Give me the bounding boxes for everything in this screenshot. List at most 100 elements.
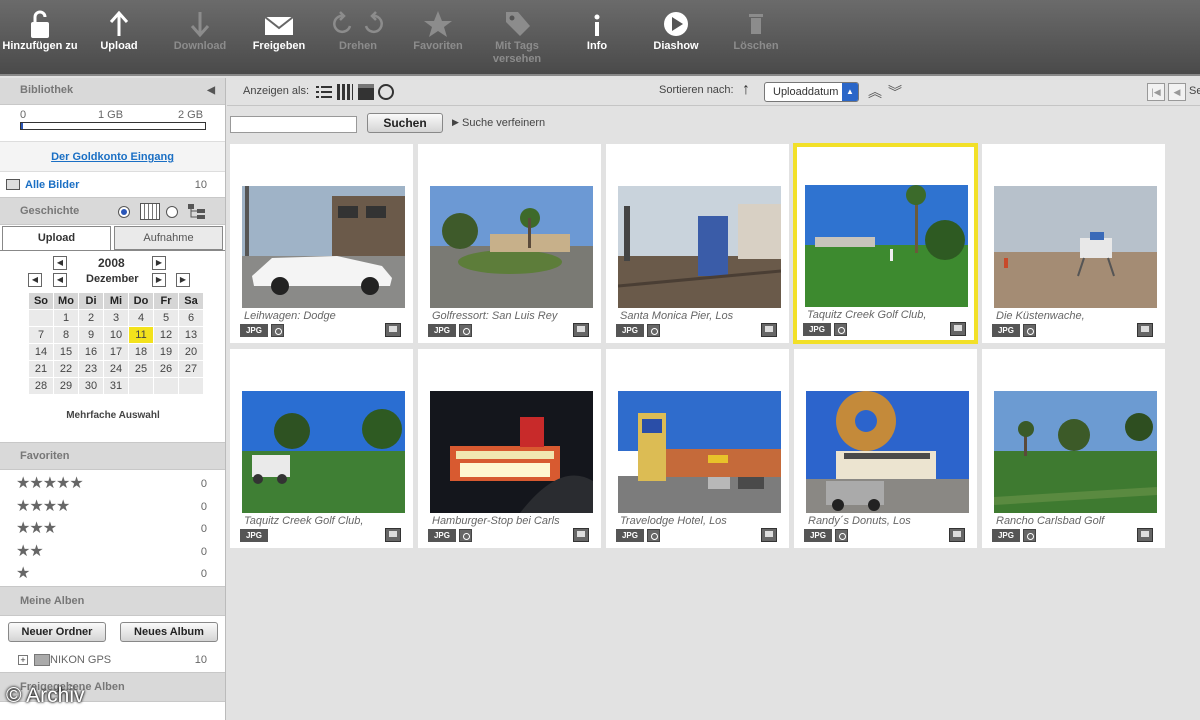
calendar-day[interactable]: 7 bbox=[29, 327, 53, 343]
photo-card[interactable]: Travelodge Hotel, Los JPG bbox=[605, 348, 790, 549]
rating-row-1-stars[interactable]: ★ 0 bbox=[0, 563, 225, 586]
photo-thumbnail[interactable] bbox=[618, 391, 781, 513]
photo-card[interactable]: Leihwagen: Dodge JPG bbox=[229, 143, 414, 344]
stack-icon[interactable] bbox=[761, 323, 777, 337]
share-button[interactable]: Freigeben bbox=[248, 8, 310, 53]
favorites-button[interactable]: Favoriten bbox=[408, 8, 468, 53]
stack-icon[interactable] bbox=[761, 528, 777, 542]
search-input[interactable] bbox=[230, 116, 357, 133]
tab-upload[interactable]: Upload bbox=[2, 226, 111, 250]
photo-card[interactable]: Golfressort: San Luis Rey JPG bbox=[417, 143, 602, 344]
upload-button[interactable]: Upload bbox=[96, 8, 142, 53]
film-view-icon[interactable] bbox=[358, 84, 374, 100]
calendar-day[interactable]: 20 bbox=[179, 344, 203, 360]
delete-button[interactable]: Löschen bbox=[730, 8, 782, 53]
photo-card[interactable]: Die Küstenwache, JPG bbox=[981, 143, 1166, 344]
first-page-button[interactable]: |◀ bbox=[1147, 83, 1165, 101]
calendar-day[interactable]: 31 bbox=[104, 378, 128, 394]
calendar-day[interactable]: 10 bbox=[104, 327, 128, 343]
calendar-day[interactable]: 27 bbox=[179, 361, 203, 377]
calendar-day[interactable]: 12 bbox=[154, 327, 178, 343]
double-down-icon[interactable]: ︾ bbox=[888, 82, 902, 102]
stack-icon[interactable] bbox=[573, 528, 589, 542]
calendar-day[interactable]: 14 bbox=[29, 344, 53, 360]
rotate-button[interactable]: Drehen bbox=[332, 8, 384, 53]
goldkonto-link[interactable]: Der Goldkonto Eingang bbox=[51, 151, 174, 163]
collapse-left-icon[interactable]: ◀ bbox=[207, 78, 215, 103]
tab-aufnahme[interactable]: Aufnahme bbox=[114, 226, 223, 250]
photo-thumbnail[interactable] bbox=[430, 391, 593, 513]
calendar-day[interactable]: 8 bbox=[54, 327, 78, 343]
tree-view-icon[interactable] bbox=[187, 203, 207, 220]
photo-card[interactable]: Hamburger-Stop bei Carls JPG bbox=[417, 348, 602, 549]
calendar-day[interactable]: 29 bbox=[54, 378, 78, 394]
sort-asc-arrow-icon[interactable]: ↑ bbox=[742, 81, 750, 99]
photo-thumbnail[interactable] bbox=[994, 186, 1157, 308]
new-folder-button[interactable]: Neuer Ordner bbox=[8, 622, 106, 642]
prev-month-button[interactable]: ◀ bbox=[53, 273, 67, 287]
sort-select[interactable]: Uploaddatum ▲ bbox=[764, 82, 859, 102]
calendar-day[interactable]: 13 bbox=[179, 327, 203, 343]
calendar-day[interactable]: 26 bbox=[154, 361, 178, 377]
calendar-day[interactable]: 21 bbox=[29, 361, 53, 377]
next-month-button[interactable]: ▶ bbox=[152, 273, 166, 287]
refine-search-link[interactable]: Suche verfeinern bbox=[462, 117, 545, 129]
radio-calendar[interactable] bbox=[118, 206, 130, 218]
photo-thumbnail[interactable] bbox=[618, 186, 781, 308]
calendar-day[interactable]: 30 bbox=[79, 378, 103, 394]
prev-page-button[interactable]: ◀ bbox=[1168, 83, 1186, 101]
photo-card[interactable]: Taquitz Creek Golf Club, JPG bbox=[229, 348, 414, 549]
calendar-day[interactable]: 11 bbox=[129, 327, 153, 343]
calendar-day[interactable]: 5 bbox=[154, 310, 178, 326]
rating-row-3-stars[interactable]: ★★★ 0 bbox=[0, 518, 225, 541]
photo-thumbnail[interactable] bbox=[242, 186, 405, 308]
double-up-icon[interactable]: ︽ bbox=[868, 82, 882, 102]
stack-icon[interactable] bbox=[1137, 528, 1153, 542]
photo-card[interactable]: Taquitz Creek Golf Club, JPG bbox=[793, 143, 978, 344]
calendar-day[interactable]: 9 bbox=[79, 327, 103, 343]
photo-thumbnail[interactable] bbox=[242, 391, 405, 513]
library-header[interactable]: Bibliothek ◀ bbox=[0, 78, 225, 105]
photo-card[interactable]: Rancho Carlsbad Golf JPG bbox=[981, 348, 1166, 549]
search-button[interactable]: Suchen bbox=[367, 113, 443, 133]
next-year-button[interactable]: ▶ bbox=[152, 256, 166, 270]
calendar-day[interactable]: 22 bbox=[54, 361, 78, 377]
stack-icon[interactable] bbox=[385, 528, 401, 542]
stack-icon[interactable] bbox=[385, 323, 401, 337]
all-pictures-item[interactable]: Alle Bilder 10 bbox=[0, 171, 225, 197]
info-button[interactable]: Info bbox=[580, 8, 614, 53]
calendar-view-icon[interactable] bbox=[140, 203, 160, 220]
grid-view-icon[interactable] bbox=[337, 84, 353, 100]
calendar-day[interactable]: 2 bbox=[79, 310, 103, 326]
rating-row-4-stars[interactable]: ★★★★ 0 bbox=[0, 496, 225, 519]
photo-card[interactable]: Santa Monica Pier, Los JPG bbox=[605, 143, 790, 344]
rating-row-5-stars[interactable]: ★★★★★ 0 bbox=[0, 473, 225, 496]
calendar-day[interactable]: 1 bbox=[54, 310, 78, 326]
calendar-day[interactable]: 25 bbox=[129, 361, 153, 377]
calendar-day[interactable]: 19 bbox=[154, 344, 178, 360]
new-album-button[interactable]: Neues Album bbox=[120, 622, 218, 642]
calendar-day[interactable]: 17 bbox=[104, 344, 128, 360]
stack-icon[interactable] bbox=[949, 528, 965, 542]
calendar-day[interactable]: 24 bbox=[104, 361, 128, 377]
stack-icon[interactable] bbox=[573, 323, 589, 337]
stack-icon[interactable] bbox=[950, 322, 966, 336]
last-month-button[interactable]: ▶ bbox=[176, 273, 190, 287]
expand-icon[interactable]: + bbox=[18, 655, 28, 665]
calendar-day[interactable]: 28 bbox=[29, 378, 53, 394]
stack-icon[interactable] bbox=[1137, 323, 1153, 337]
photo-thumbnail[interactable] bbox=[805, 185, 968, 307]
calendar-day[interactable]: 3 bbox=[104, 310, 128, 326]
photo-thumbnail[interactable] bbox=[806, 391, 969, 513]
calendar-day[interactable]: 18 bbox=[129, 344, 153, 360]
folder-item[interactable]: + NIKON GPS 10 bbox=[0, 648, 225, 672]
photo-card[interactable]: Randy´s Donuts, Los JPG bbox=[793, 348, 978, 549]
tag-button[interactable]: Mit Tags versehen bbox=[486, 8, 548, 66]
expand-arrow-icon[interactable]: ▶ bbox=[452, 117, 459, 128]
add-to-button[interactable]: Hinzufügen zu bbox=[0, 8, 80, 53]
slideshow-button[interactable]: Diashow bbox=[648, 8, 704, 53]
download-button[interactable]: Download bbox=[170, 8, 230, 53]
calendar-day[interactable]: 4 bbox=[129, 310, 153, 326]
calendar-day[interactable]: 16 bbox=[79, 344, 103, 360]
calendar-day[interactable]: 23 bbox=[79, 361, 103, 377]
